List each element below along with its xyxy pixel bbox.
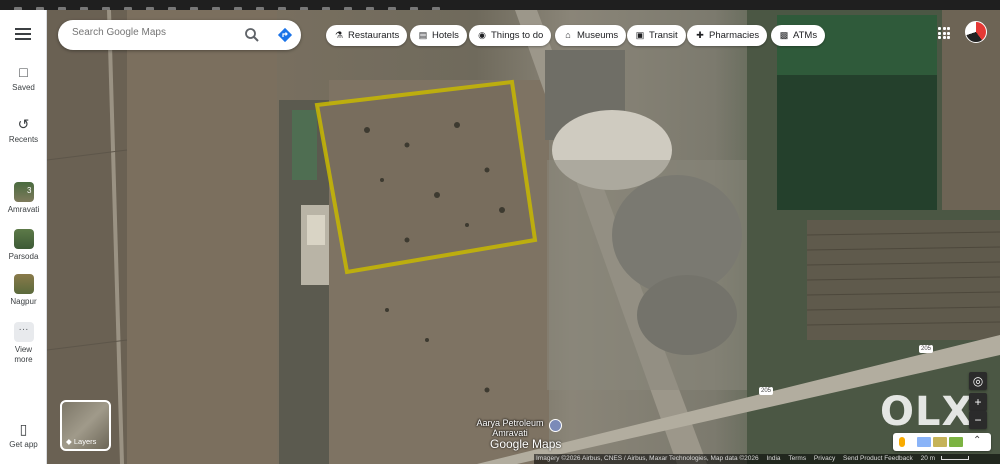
search-box — [58, 20, 301, 50]
expand-icon[interactable]: ⌃ — [973, 435, 981, 446]
country-link[interactable]: India — [766, 455, 780, 462]
road-number-badge: 205 — [759, 387, 774, 395]
train-icon: ▣ — [635, 30, 645, 40]
imagery-thumbnail[interactable] — [933, 437, 947, 447]
terms-link[interactable]: Terms — [788, 455, 806, 462]
search-input[interactable] — [72, 27, 232, 38]
chip-pharmacies[interactable]: ✚ Pharmacies — [687, 25, 768, 46]
scale-bar — [941, 456, 970, 461]
history-icon: ↺ — [17, 116, 30, 132]
search-icon[interactable] — [244, 27, 260, 43]
poi-label-aarya-petroleum[interactable]: Aarya Petroleum Amravati — [470, 418, 550, 438]
phone-icon: ▯ — [19, 421, 28, 437]
camera-icon: ◉ — [478, 30, 486, 40]
pegman-icon[interactable] — [899, 437, 905, 447]
road-number-badge: 205 — [919, 345, 934, 353]
fork-knife-icon: ⚗ — [334, 30, 344, 40]
zoom-out-button[interactable]: − — [969, 411, 987, 429]
chip-restaurants[interactable]: ⚗ Restaurants — [326, 25, 408, 46]
recent-place-amravati[interactable]: 3 Amravati — [0, 182, 47, 214]
chip-hotels[interactable]: ▤ Hotels — [410, 25, 467, 46]
recents-button[interactable]: ↺ Recents — [0, 117, 47, 144]
recent-place-nagpur[interactable]: Nagpur — [0, 274, 47, 306]
place-thumbnail — [13, 229, 34, 249]
chip-atms[interactable]: ▩ ATMs — [771, 25, 826, 46]
museum-icon: ⌂ — [565, 30, 571, 40]
browser-bookmarks-bar — [0, 0, 1000, 10]
menu-icon[interactable] — [15, 28, 31, 40]
recent-place-parsoda[interactable]: Parsoda — [0, 229, 47, 261]
google-maps-logo: Google Maps — [490, 437, 562, 451]
atm-icon: ▩ — [779, 30, 789, 40]
google-apps-icon[interactable] — [938, 27, 952, 41]
map-bottom-tools: ⌃ — [893, 433, 991, 451]
zoom-in-button[interactable]: + — [969, 393, 987, 411]
imagery-thumbnail[interactable] — [917, 437, 931, 447]
bed-icon: ▤ — [418, 30, 428, 40]
olx-watermark: OLX — [880, 389, 974, 435]
get-app-button[interactable]: ▯ Get app — [0, 422, 47, 449]
chip-things-to-do[interactable]: ◉ Things to do — [469, 25, 552, 46]
view-more-button[interactable]: ··· View more — [0, 322, 47, 365]
gas-station-icon[interactable] — [549, 419, 562, 432]
directions-icon[interactable] — [277, 27, 293, 43]
left-sidebar: □ Saved ↺ Recents 3 Amravati Parsoda Nag… — [0, 10, 47, 464]
scale-label: 20 m — [920, 455, 936, 462]
more-icon: ··· — [13, 322, 34, 342]
imagery-thumbnail[interactable] — [949, 437, 963, 447]
bookmark-icon: □ — [19, 64, 28, 80]
layers-label: ◆ Layers — [66, 437, 97, 446]
chip-transit[interactable]: ▣ Transit — [627, 25, 686, 46]
privacy-link[interactable]: Privacy — [814, 455, 835, 462]
map-attribution-bar: Imagery ©2026 Airbus, CNES / Airbus, Max… — [534, 454, 1000, 464]
place-count-badge: 3 — [27, 186, 32, 195]
pharmacy-icon: ✚ — [696, 30, 704, 40]
imagery-attribution: Imagery ©2026 Airbus, CNES / Airbus, Max… — [536, 455, 759, 462]
chip-museums[interactable]: ⌂ Museums — [555, 25, 627, 46]
feedback-link[interactable]: Send Product Feedback — [843, 455, 913, 462]
satellite-map[interactable]: 205 205 — [47, 10, 1000, 464]
account-avatar[interactable] — [965, 21, 987, 43]
place-thumbnail — [13, 274, 34, 294]
saved-button[interactable]: □ Saved — [0, 65, 47, 92]
place-thumbnail: 3 — [13, 182, 34, 202]
my-location-icon[interactable]: ◎ — [969, 372, 987, 390]
layers-button[interactable]: ◆ Layers — [60, 400, 111, 451]
